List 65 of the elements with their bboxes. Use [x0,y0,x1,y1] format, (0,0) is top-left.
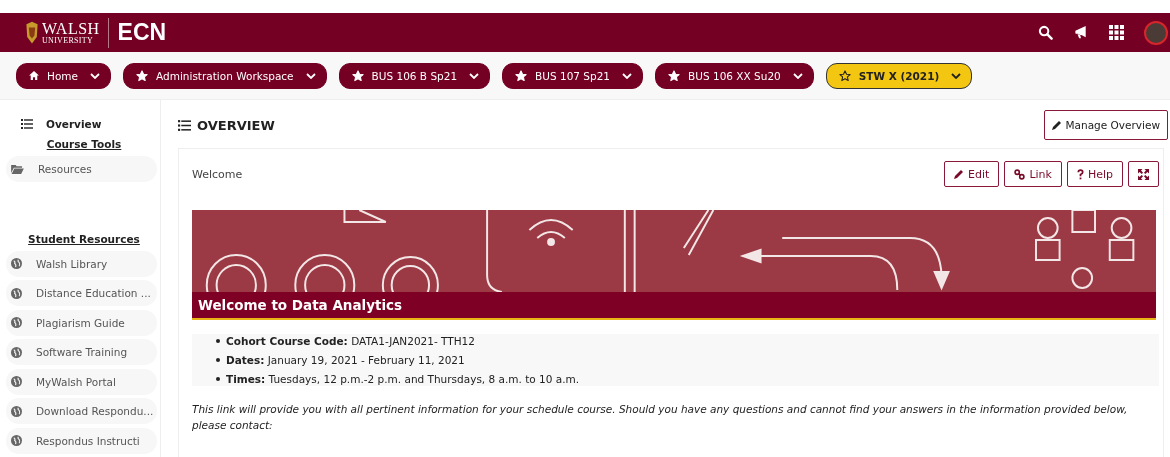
link-button[interactable]: Link [1004,161,1062,187]
chevron-down-icon [792,72,803,79]
info-item: Dates: January 19, 2021 - February 11, 2021 [226,353,465,367]
sidebar-item[interactable]: Download Respondu... [6,398,157,424]
star-icon [838,69,851,82]
sidebar-title[interactable]: Overview [46,118,102,130]
bullet-icon [216,377,220,381]
list-icon [21,119,33,129]
globe-icon [11,317,22,328]
globe-icon [11,287,22,299]
link-icon [1014,168,1026,180]
search-icon[interactable] [1038,25,1053,40]
globe-icon [11,405,22,417]
globe-icon [11,346,22,358]
info-paragraph: This link will provide you with all pertinent information for your schedule course. Should you have any questions and cannot find your answers in the information provided below, please contact: [192,402,1129,434]
section-heading: Student Resources [28,232,140,245]
course-tab[interactable]: Home [16,62,111,89]
sidebar-item[interactable]: MyWalsh Portal [6,368,157,395]
chevron-down-icon [951,72,962,79]
section-heading: Course Tools [46,138,122,150]
course-tab[interactable]: STW X (2021) [825,62,973,89]
star-icon [351,69,364,82]
sidebar-item[interactable]: Respondus Instructi [6,427,157,454]
course-tab[interactable]: BUS 106 XX Su20 [655,62,814,89]
home-icon [29,71,39,80]
question-icon [1076,168,1084,180]
sidebar-item[interactable]: Walsh Library [6,250,157,277]
globe-icon [11,258,22,269]
info-item: Cohort Course Code: DATA1-JAN2021- TTH12 [226,334,475,348]
crest-icon [24,19,40,46]
banner-title: Welcome to Data Analytics [192,292,1156,320]
megaphone-icon[interactable] [1073,25,1089,40]
course-tab[interactable]: Administration Workspace [123,62,327,89]
site-title: ECN [117,19,167,46]
edit-button[interactable]: Edit [944,161,1000,187]
sidebar-item[interactable]: Resources [6,156,157,182]
manage-overview-button[interactable]: Manage Overview [1043,110,1168,140]
help-button[interactable]: Help [1066,161,1123,187]
globe-icon [11,435,22,446]
star-icon [668,69,681,82]
card-title: Welcome [192,167,243,181]
star-icon [136,69,148,82]
pencil-icon [1051,120,1062,130]
chevron-down-icon [90,72,100,79]
chevron-down-icon [305,72,316,79]
pencil-icon [954,169,965,179]
bullet-icon [216,339,220,343]
sidebar-item[interactable]: Distance Education ... [6,280,157,306]
university-logo[interactable]: WALSH UNIVERSITY [24,19,100,46]
chevron-down-icon [622,72,633,79]
chevron-down-icon [469,72,480,79]
course-tab[interactable]: BUS 106 B Sp21 [338,62,491,89]
apps-grid-icon[interactable] [1109,25,1124,40]
list-icon [178,119,191,131]
expand-icon [1138,168,1149,180]
expand-button[interactable] [1128,161,1159,187]
info-item: Times: Tuesdays, 12 p.m.-2 p.m. and Thursdays, 8 a.m. to 10 a.m. [226,372,580,386]
page-title: OVERVIEW [197,117,275,133]
sidebar-item[interactable]: Plagiarism Guide [6,309,157,336]
bullet-icon [216,358,220,362]
course-tab[interactable]: BUS 107 Sp21 [502,62,644,89]
star-icon [515,69,528,82]
folder-icon [11,164,24,174]
sidebar-item[interactable]: Software Training [6,339,157,365]
globe-icon [11,376,22,387]
